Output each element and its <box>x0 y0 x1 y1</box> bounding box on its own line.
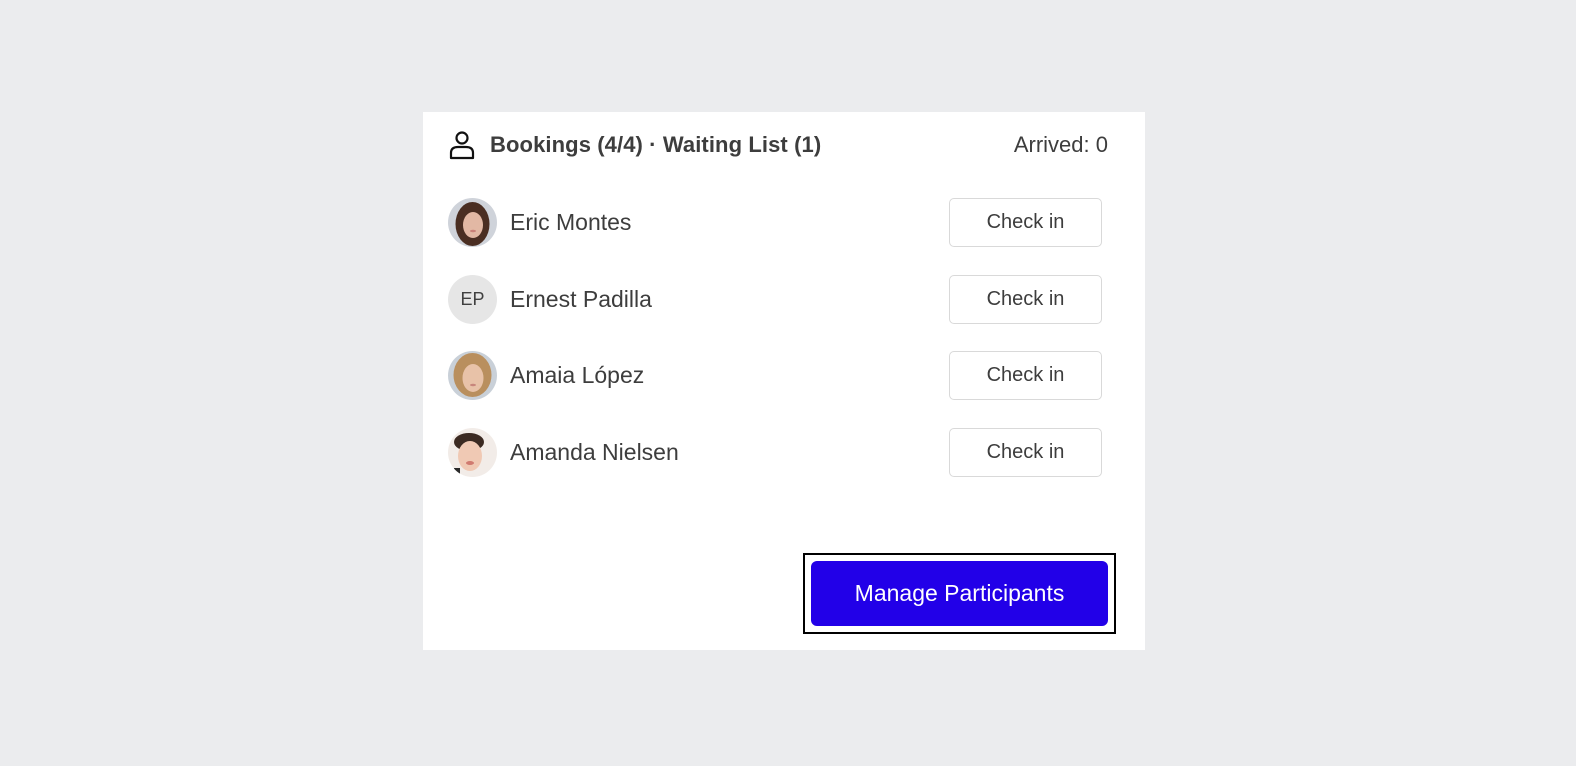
manage-participants-button[interactable]: Manage Participants <box>811 561 1108 626</box>
check-in-button[interactable]: Check in <box>949 198 1102 247</box>
bookings-card: Bookings (4/4) · Waiting List (1) Arrive… <box>423 112 1145 650</box>
bookings-title: Bookings (4/4) · Waiting List (1) <box>490 132 822 157</box>
bookings-header: Bookings (4/4) · Waiting List (1) Arrive… <box>448 130 1108 160</box>
participant-name: Amanda Nielsen <box>510 438 679 465</box>
arrived-count: Arrived: 0 <box>1013 132 1108 157</box>
participant-name: Eric Montes <box>510 209 632 235</box>
check-in-button[interactable]: Check in <box>949 427 1102 477</box>
participant-name: Amaia López <box>510 362 645 388</box>
avatar-photo <box>448 427 497 477</box>
avatar-initials: EP <box>460 288 485 309</box>
avatar <box>448 427 497 477</box>
participant-list: Eric Montes Check in EP Ernest Padilla C… <box>448 198 1102 504</box>
manage-participants-focus-ring: Manage Participants <box>803 553 1116 634</box>
avatar: EP <box>448 274 497 324</box>
header-title-group: Bookings (4/4) · Waiting List (1) <box>448 130 821 160</box>
check-in-button[interactable]: Check in <box>949 351 1102 400</box>
participant-row: Eric Montes Check in <box>448 198 1102 247</box>
participant-row: EP Ernest Padilla Check in <box>448 274 1102 324</box>
user-icon <box>448 130 476 160</box>
participant-row: Amaia López Check in <box>448 351 1102 400</box>
avatar <box>448 198 497 247</box>
avatar-photo <box>448 351 497 400</box>
avatar-photo <box>448 198 497 247</box>
check-in-button[interactable]: Check in <box>949 274 1102 324</box>
participant-row: Amanda Nielsen Check in <box>448 427 1102 477</box>
avatar <box>448 351 497 400</box>
participant-name: Ernest Padilla <box>510 285 652 312</box>
